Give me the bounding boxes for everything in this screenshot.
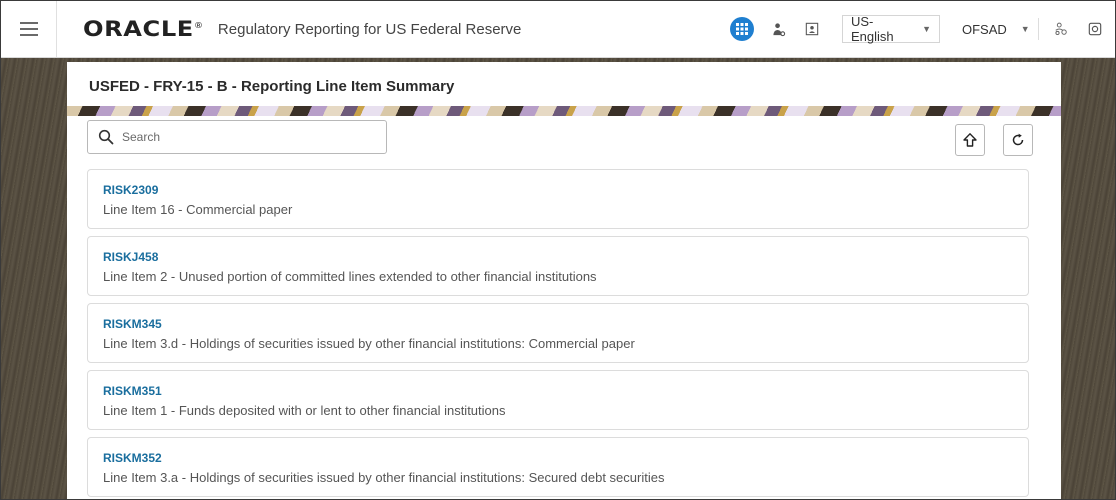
search-input[interactable] — [122, 130, 362, 144]
page-title: USFED - FRY-15 - B - Reporting Line Item… — [89, 78, 455, 95]
item-description: Line Item 3.d - Holdings of securities i… — [103, 336, 635, 351]
list-item[interactable]: RISKM345 Line Item 3.d - Holdings of sec… — [87, 303, 1029, 363]
profile-card-icon[interactable] — [802, 19, 822, 39]
item-description: Line Item 16 - Commercial paper — [103, 202, 293, 217]
item-description: Line Item 3.a - Holdings of securities i… — [103, 470, 665, 485]
app-title: Regulatory Reporting for US Federal Rese… — [217, 20, 522, 38]
chevron-down-icon: ▼ — [1020, 24, 1030, 34]
user-name: OFSAD — [962, 21, 1007, 37]
item-code-link[interactable]: RISKJ458 — [103, 250, 1013, 264]
registered-mark: ® — [193, 21, 204, 30]
hierarchy-icon[interactable] — [1051, 19, 1071, 39]
arrow-up-icon — [963, 133, 977, 147]
list-item[interactable]: RISK2309 Line Item 16 - Commercial paper — [87, 169, 1029, 229]
refresh-button[interactable] — [1003, 124, 1033, 156]
item-description: Line Item 1 - Funds deposited with or le… — [103, 403, 506, 418]
user-icon[interactable] — [768, 19, 788, 39]
settings-icon[interactable] — [1085, 19, 1105, 39]
search-icon — [98, 129, 114, 145]
hamburger-menu-icon[interactable] — [1, 1, 57, 57]
item-code-link[interactable]: RISK2309 — [103, 183, 1013, 197]
top-header: ORACLE® Regulatory Reporting for US Fede… — [1, 1, 1115, 58]
app-grid-icon[interactable] — [730, 17, 754, 41]
refresh-icon — [1012, 133, 1024, 146]
list-item[interactable]: RISKJ458 Line Item 2 - Unused portion of… — [87, 236, 1029, 296]
content-panel: USFED - FRY-15 - B - Reporting Line Item… — [67, 62, 1061, 499]
decorative-banner — [67, 106, 1061, 116]
language-select[interactable]: US-English ▼ — [842, 14, 940, 44]
search-box[interactable] — [87, 120, 387, 154]
item-code-link[interactable]: RISKM351 — [103, 384, 1013, 398]
item-code-link[interactable]: RISKM345 — [103, 317, 1013, 331]
brand-text: ORACLE — [83, 17, 194, 41]
chevron-down-icon: ▼ — [922, 24, 931, 34]
oracle-logo: ORACLE® — [83, 17, 204, 41]
header-toolbar: US-English ▼ OFSAD ▼ — [730, 1, 1115, 57]
list-item[interactable]: RISKM352 Line Item 3.a - Holdings of sec… — [87, 437, 1029, 497]
item-description: Line Item 2 - Unused portion of committe… — [103, 269, 597, 284]
item-code-link[interactable]: RISKM352 — [103, 451, 1013, 465]
user-menu[interactable]: OFSAD ▼ — [954, 15, 1032, 43]
export-button[interactable] — [955, 124, 985, 156]
header-divider — [1038, 18, 1039, 40]
line-item-list: RISK2309 Line Item 16 - Commercial paper… — [87, 169, 1029, 499]
app-window: ORACLE® Regulatory Reporting for US Fede… — [0, 0, 1116, 500]
language-value: US-English — [851, 14, 894, 44]
list-item[interactable]: RISKM351 Line Item 1 - Funds deposited w… — [87, 370, 1029, 430]
